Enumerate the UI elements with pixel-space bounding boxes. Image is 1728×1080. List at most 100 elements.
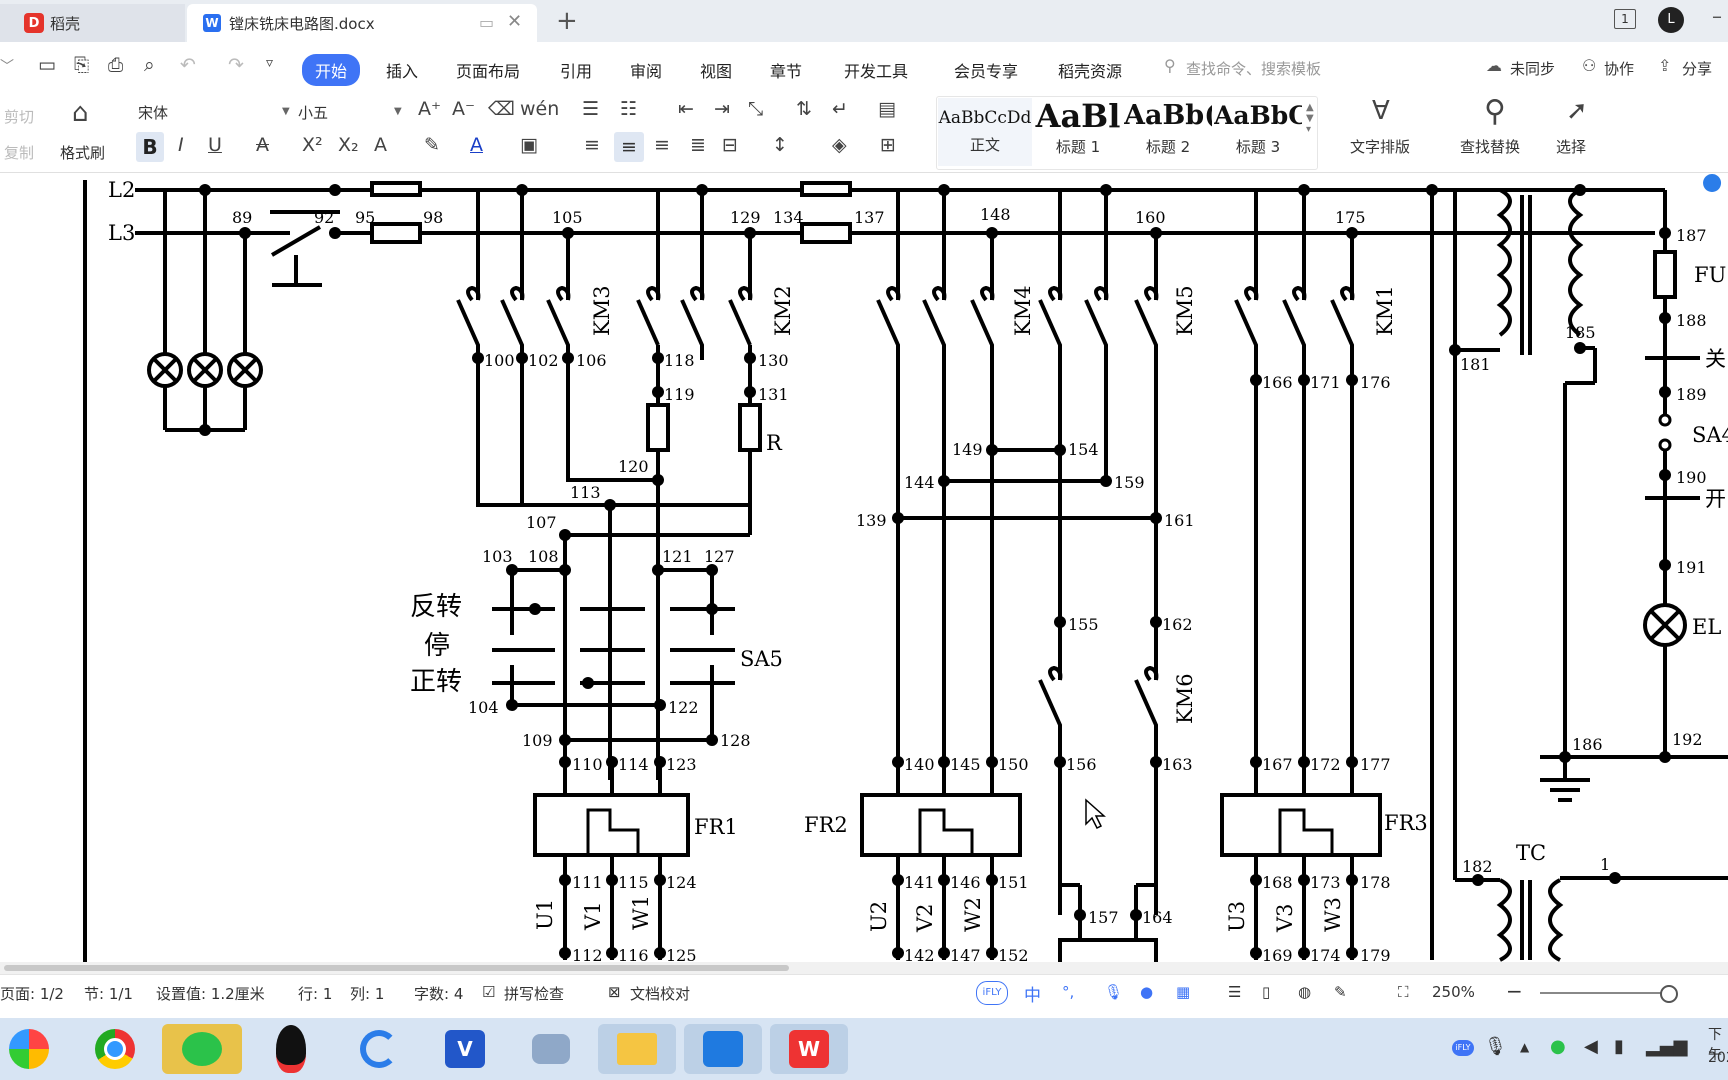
numbered-list-icon[interactable]: ☷ bbox=[620, 98, 637, 120]
tab-document[interactable]: W 镗床铣床电路图.docx ▭ ✕ bbox=[187, 4, 537, 42]
italic-button[interactable]: I bbox=[178, 134, 184, 156]
search-input[interactable]: 查找命令、搜索模板 bbox=[1186, 58, 1321, 79]
menu-member[interactable]: 会员专享 bbox=[954, 58, 1018, 82]
status-words[interactable]: 字数: 4 bbox=[414, 983, 463, 1004]
status-page[interactable]: 页面: 1/2 bbox=[0, 983, 64, 1004]
edge-icon[interactable] bbox=[352, 1024, 406, 1074]
menu-dev-tools[interactable]: 开发工具 bbox=[844, 58, 908, 82]
align-right-icon[interactable]: ≡ bbox=[654, 134, 670, 156]
fit-page-icon[interactable]: ⛶ bbox=[1398, 983, 1409, 1001]
borders-icon[interactable]: ⊞ bbox=[880, 134, 896, 156]
start-button[interactable] bbox=[2, 1024, 56, 1074]
qq-icon[interactable] bbox=[264, 1024, 318, 1074]
clock-date[interactable]: 202 bbox=[1708, 1050, 1728, 1066]
tray-ifly-icon[interactable]: iFLY bbox=[1452, 1040, 1474, 1056]
bold-button[interactable]: B bbox=[136, 132, 164, 162]
shrink-font-icon[interactable]: A⁻ bbox=[452, 98, 475, 120]
collab-button[interactable]: 协作 bbox=[1604, 58, 1634, 79]
ifly-icon[interactable]: iFLY bbox=[976, 981, 1008, 1005]
menu-insert[interactable]: 插入 bbox=[386, 58, 418, 82]
ruler-icon[interactable]: ▤ bbox=[878, 98, 896, 120]
app-icon[interactable] bbox=[524, 1024, 578, 1074]
shading-icon[interactable]: ◈ bbox=[832, 134, 847, 156]
strikethrough-button[interactable]: A bbox=[256, 134, 269, 156]
tray-mic-icon[interactable]: 🎙 bbox=[1484, 1036, 1507, 1057]
file-explorer-icon[interactable] bbox=[598, 1024, 676, 1074]
tab-pin-icon[interactable]: ▭ bbox=[479, 13, 494, 32]
style-heading-1[interactable]: AaBl 标题 1 bbox=[1034, 98, 1122, 166]
user-icon[interactable]: ● bbox=[1140, 983, 1153, 1001]
ime-chinese-icon[interactable]: 中 bbox=[1024, 981, 1041, 1006]
photos-icon[interactable] bbox=[684, 1024, 762, 1074]
tray-network-icon[interactable]: ▂▄▆ bbox=[1646, 1036, 1688, 1057]
format-painter-button[interactable]: 格式刷 bbox=[60, 142, 105, 163]
status-setting[interactable]: 设置值: 1.2厘米 bbox=[156, 983, 265, 1004]
text-layout-button[interactable]: 文字排版 bbox=[1350, 136, 1410, 157]
cut-button[interactable]: 剪切 bbox=[4, 106, 34, 127]
scrollbar-thumb[interactable] bbox=[4, 965, 789, 971]
font-size-select[interactable]: 小五 ▼ bbox=[294, 100, 404, 124]
clear-format-icon[interactable]: ⌫ bbox=[488, 98, 515, 120]
edit-view-icon[interactable]: ✎ bbox=[1334, 983, 1347, 1001]
grow-font-icon[interactable]: A⁺ bbox=[418, 98, 441, 120]
menu-start[interactable]: 开始 bbox=[302, 54, 361, 86]
tray-volume-icon[interactable]: ◀ bbox=[1584, 1036, 1598, 1057]
window-count-icon[interactable]: 1 bbox=[1614, 9, 1636, 29]
zoom-out-icon[interactable]: − bbox=[1506, 979, 1523, 1003]
superscript-button[interactable]: X² bbox=[302, 134, 323, 156]
menu-page-layout[interactable]: 页面布局 bbox=[456, 58, 520, 82]
zoom-slider[interactable] bbox=[1540, 992, 1670, 994]
chrome-icon[interactable] bbox=[88, 1024, 142, 1074]
zoom-level[interactable]: 250% bbox=[1432, 983, 1475, 1001]
avatar[interactable]: L bbox=[1658, 7, 1684, 33]
justify-icon[interactable]: ≣ bbox=[690, 134, 706, 156]
text-effect-button[interactable]: A bbox=[374, 134, 387, 156]
char-border-icon[interactable]: ▣ bbox=[520, 134, 538, 156]
decrease-indent-icon[interactable]: ⇤ bbox=[678, 98, 694, 120]
tray-battery-icon[interactable]: ▮ bbox=[1614, 1036, 1624, 1057]
new-tab-button[interactable]: + bbox=[556, 6, 578, 36]
menu-view[interactable]: 视图 bbox=[700, 58, 732, 82]
font-color-icon[interactable]: A bbox=[470, 134, 483, 156]
office-app-icon[interactable]: V bbox=[438, 1024, 492, 1074]
undo-icon[interactable]: ↶ bbox=[180, 54, 196, 76]
microphone-icon[interactable]: 🎙 bbox=[1104, 983, 1123, 1001]
align-left-icon[interactable]: ≡ bbox=[584, 134, 600, 156]
menu-docer-resources[interactable]: 稻壳资源 bbox=[1058, 58, 1122, 82]
spell-check-button[interactable]: 拼写检查 bbox=[504, 983, 564, 1004]
redo-icon[interactable]: ↷ bbox=[228, 54, 244, 76]
export-pdf-icon[interactable]: ⎘ bbox=[74, 54, 89, 76]
style-heading-3[interactable]: AaBbC 标题 3 bbox=[1214, 98, 1302, 166]
phonetic-icon[interactable]: wén bbox=[520, 98, 559, 120]
zoom-slider-handle[interactable] bbox=[1660, 985, 1678, 1003]
save-icon[interactable]: ▭ bbox=[38, 54, 56, 76]
line-spacing-icon[interactable]: ↕ bbox=[772, 134, 788, 156]
increase-indent-icon[interactable]: ⇥ bbox=[714, 98, 730, 120]
copy-button[interactable]: 复制 bbox=[4, 142, 34, 163]
bullet-list-icon[interactable]: ☰ bbox=[582, 98, 599, 120]
gallery-scroll-icon[interactable]: ▲ ▼ ▾ bbox=[1306, 102, 1314, 135]
location-pin-icon[interactable] bbox=[1703, 174, 1722, 192]
ime-punct-icon[interactable]: °, bbox=[1062, 983, 1074, 1001]
menu-chapter[interactable]: 章节 bbox=[770, 58, 802, 82]
text-direction-icon[interactable]: ⤡ bbox=[748, 98, 763, 120]
show-marks-icon[interactable]: ↵ bbox=[832, 98, 848, 120]
style-heading-2[interactable]: AaBb( 标题 2 bbox=[1124, 98, 1212, 166]
subscript-button[interactable]: X₂ bbox=[338, 134, 359, 156]
collapse-icon[interactable]: ﹀ bbox=[0, 56, 14, 76]
apps-grid-icon[interactable]: ▦ bbox=[1176, 983, 1190, 1001]
read-view-icon[interactable]: ▯ bbox=[1262, 983, 1270, 1001]
web-view-icon[interactable]: ◍ bbox=[1298, 983, 1311, 1001]
print-preview-icon[interactable]: ⌕ bbox=[144, 54, 155, 76]
print-icon[interactable]: ⎙ bbox=[108, 54, 123, 76]
tab-close-icon[interactable]: ✕ bbox=[507, 11, 522, 32]
customize-icon[interactable]: ▿ bbox=[266, 55, 273, 71]
tray-expand-icon[interactable]: ▲ bbox=[1520, 1040, 1529, 1054]
document-canvas[interactable]: 89 92 95 98 105 129 134 137 148 160 175 100 102 10… bbox=[0, 173, 1728, 963]
menu-references[interactable]: 引用 bbox=[560, 58, 592, 82]
menu-review[interactable]: 审阅 bbox=[630, 58, 662, 82]
wechat-icon[interactable] bbox=[162, 1024, 242, 1074]
wps-icon[interactable]: W bbox=[770, 1024, 848, 1074]
font-name-select[interactable]: 宋体 ▼ bbox=[130, 100, 292, 124]
outline-view-icon[interactable]: ☰ bbox=[1228, 983, 1241, 1001]
